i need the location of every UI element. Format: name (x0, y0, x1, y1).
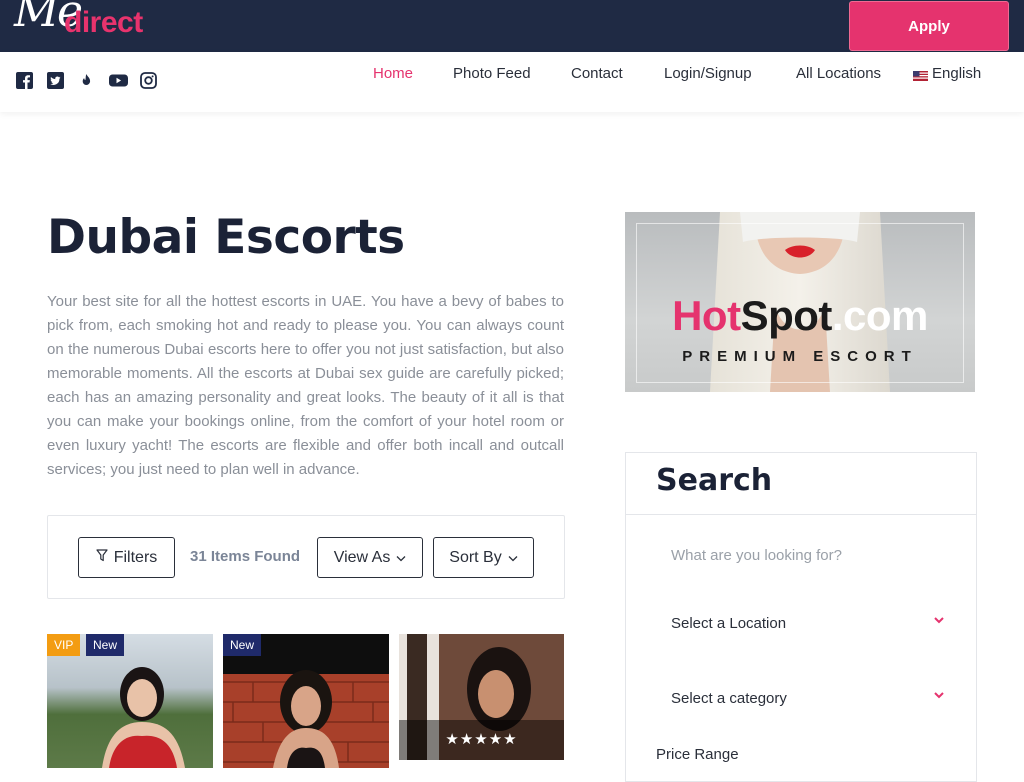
filters-button[interactable]: Filters (78, 537, 175, 578)
view-as-label: View As (333, 548, 391, 566)
search-title: Search (656, 463, 773, 498)
twitter-icon[interactable] (47, 72, 64, 89)
location-select-label: Select a Location (671, 614, 787, 632)
page-title: Dubai Escorts (47, 210, 405, 265)
sort-by-dropdown[interactable]: Sort By (433, 537, 534, 578)
page-description: Your best site for all the hottest escor… (47, 293, 564, 478)
ad-logo-com: .com (831, 292, 929, 339)
category-select[interactable]: Select a category (656, 678, 946, 718)
apply-button[interactable]: Apply (849, 1, 1009, 51)
price-range-label: Price Range (656, 746, 739, 763)
ad-logo-spot: Spot (740, 292, 833, 339)
category-select-label: Select a category (671, 689, 787, 707)
filters-label: Filters (113, 548, 158, 566)
ad-logo: HotSpot.com (625, 292, 975, 340)
listing-card[interactable]: VIP New (47, 634, 213, 768)
chevron-down-icon (396, 549, 406, 567)
items-found-count: 31 Items Found (190, 548, 301, 565)
sort-by-label: Sort By (449, 548, 502, 566)
nav-login-signup[interactable]: Login/Signup (664, 65, 752, 82)
chevron-down-icon (932, 688, 946, 702)
chevron-down-icon (932, 613, 946, 627)
tinder-icon[interactable] (78, 72, 95, 89)
nav-photo-feed[interactable]: Photo Feed (453, 65, 531, 82)
us-flag-icon (913, 68, 928, 81)
main-navbar: Home Photo Feed Contact Login/Signup All… (0, 52, 1024, 112)
search-panel-header: Search (626, 453, 976, 515)
nav-language[interactable]: English (913, 65, 981, 82)
site-logo[interactable]: Me direct (14, 0, 174, 52)
nav-home[interactable]: Home (373, 65, 413, 82)
nav-all-locations[interactable]: All Locations (796, 65, 881, 82)
listing-card[interactable]: New (223, 634, 389, 768)
funnel-icon (96, 548, 108, 567)
listing-card[interactable]: ★★★★★ (399, 634, 564, 760)
facebook-icon[interactable] (16, 72, 33, 89)
new-badge: New (223, 634, 262, 656)
search-panel: Search Select a Location Select a catego… (625, 452, 977, 782)
top-header-bar: Me direct Apply (0, 0, 1024, 52)
view-as-dropdown[interactable]: View As (317, 537, 423, 578)
rating-stars: ★★★★★ (445, 730, 518, 748)
youtube-icon[interactable] (109, 72, 128, 89)
social-links (16, 72, 157, 89)
hotspot-ad-banner[interactable]: HotSpot.com PREMIUM ESCORT (625, 212, 975, 392)
listing-toolbar: Filters 31 Items Found View As Sort By (47, 515, 565, 599)
location-select[interactable]: Select a Location (656, 603, 946, 643)
ad-logo-hot: Hot (672, 292, 741, 339)
vip-badge: VIP (47, 634, 81, 656)
nav-contact[interactable]: Contact (571, 65, 623, 82)
search-input[interactable] (656, 535, 946, 575)
instagram-icon[interactable] (140, 72, 157, 89)
chevron-down-icon (508, 549, 518, 567)
ad-tagline: PREMIUM ESCORT (682, 348, 918, 365)
logo-text: direct (64, 6, 143, 39)
language-label: English (932, 64, 982, 82)
new-badge: New (86, 634, 125, 656)
